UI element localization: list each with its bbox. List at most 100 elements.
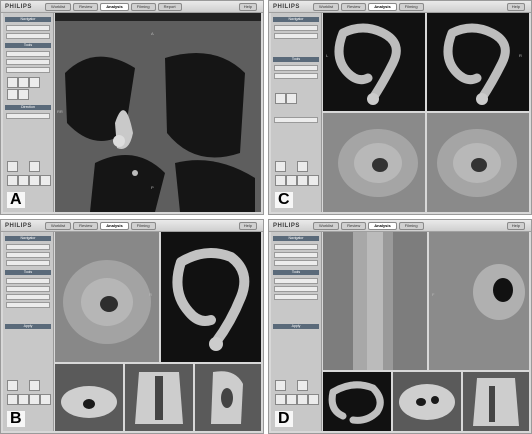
ct-slice-view[interactable]: A P RR: [55, 13, 261, 212]
sidebar-field[interactable]: [6, 67, 50, 73]
tool-icon[interactable]: [297, 161, 308, 172]
tab-review[interactable]: Review: [73, 222, 99, 230]
tool-icon[interactable]: [275, 93, 286, 104]
orientation-anterior: A: [151, 31, 154, 36]
tool-icon[interactable]: [18, 394, 29, 405]
tool-icon[interactable]: [7, 394, 18, 405]
sidebar-field[interactable]: [6, 260, 50, 266]
tab-filming[interactable]: Filming: [398, 3, 424, 11]
tool-icon[interactable]: [286, 175, 297, 186]
sidebar-field[interactable]: [6, 302, 50, 308]
coronal-view[interactable]: [463, 372, 529, 431]
tool-icon[interactable]: [7, 380, 18, 391]
tab-review[interactable]: Review: [341, 222, 367, 230]
tool-icon[interactable]: [29, 175, 40, 186]
sidebar-apply-header[interactable]: Apply: [5, 324, 51, 329]
endoluminal-view[interactable]: R: [55, 232, 159, 362]
endoluminal-image: [429, 232, 529, 370]
tool-icon[interactable]: [18, 77, 29, 88]
tool-icon[interactable]: [18, 175, 29, 186]
tab-report[interactable]: Report: [157, 3, 182, 11]
colon-3d-view-right[interactable]: R: [427, 13, 529, 111]
sagittal-view[interactable]: [195, 364, 261, 431]
endoluminal-view[interactable]: F: [429, 232, 529, 370]
tool-icon[interactable]: [40, 175, 51, 186]
help-button[interactable]: Help: [506, 3, 525, 11]
tab-worklist[interactable]: Worklist: [313, 222, 340, 230]
endoluminal-view-right[interactable]: [427, 113, 529, 212]
tool-icon[interactable]: [297, 175, 308, 186]
tool-icon[interactable]: [7, 161, 18, 172]
tool-icon[interactable]: [29, 77, 40, 88]
help-button[interactable]: Help: [238, 222, 257, 230]
tool-icon[interactable]: [40, 394, 51, 405]
tab-review[interactable]: Review: [341, 3, 367, 11]
sidebar-field[interactable]: [274, 65, 318, 71]
colon-3d-view[interactable]: [161, 232, 261, 362]
sidebar-field[interactable]: [274, 294, 318, 300]
axial-view[interactable]: [393, 372, 461, 431]
axial-view[interactable]: [55, 364, 123, 431]
sidebar-field[interactable]: [6, 294, 50, 300]
tool-icon[interactable]: [18, 89, 29, 100]
sidebar-field[interactable]: [6, 51, 50, 57]
unfolded-colon-view[interactable]: [323, 232, 427, 370]
help-button[interactable]: Help: [506, 222, 525, 230]
tool-icon[interactable]: [275, 161, 286, 172]
help-button[interactable]: Help: [238, 3, 257, 11]
sidebar-field[interactable]: [274, 33, 318, 39]
tool-icon[interactable]: [29, 394, 40, 405]
sidebar-field[interactable]: [6, 59, 50, 65]
tab-filming[interactable]: Filming: [398, 222, 424, 230]
sidebar-field[interactable]: [6, 278, 50, 284]
endoluminal-view-left[interactable]: [323, 113, 425, 212]
tool-icon[interactable]: [308, 175, 319, 186]
tab-worklist[interactable]: Worklist: [45, 3, 72, 11]
colon-3d-view-left[interactable]: L: [323, 13, 425, 111]
tab-bar: Worklist Review Analysis Filming: [45, 222, 156, 230]
colon-3d-view[interactable]: [323, 372, 391, 431]
tool-icon[interactable]: [286, 93, 297, 104]
tab-analysis[interactable]: Analysis: [368, 3, 397, 11]
sidebar-field[interactable]: [274, 244, 318, 250]
tool-icon[interactable]: [7, 175, 18, 186]
sidebar-field[interactable]: [274, 286, 318, 292]
tool-icon[interactable]: [297, 394, 308, 405]
sidebar-field[interactable]: [274, 117, 318, 123]
top-bar: PHILIPS Worklist Review Analysis Filming…: [1, 1, 263, 13]
tab-worklist[interactable]: Worklist: [45, 222, 72, 230]
orientation-posterior: P: [151, 185, 154, 190]
sidebar-field[interactable]: [274, 25, 318, 31]
colon-3d-image: [172, 248, 250, 351]
sidebar-field[interactable]: [6, 252, 50, 258]
sidebar-apply-header[interactable]: Apply: [273, 324, 319, 329]
sidebar-field[interactable]: [274, 260, 318, 266]
tab-worklist[interactable]: Worklist: [313, 3, 340, 11]
tool-icon[interactable]: [297, 380, 308, 391]
tool-icon[interactable]: [308, 394, 319, 405]
tool-icon[interactable]: [7, 89, 18, 100]
tool-icon[interactable]: [275, 380, 286, 391]
sidebar-field[interactable]: [274, 73, 318, 79]
tool-icon[interactable]: [29, 161, 40, 172]
tool-icon[interactable]: [7, 77, 18, 88]
coronal-view[interactable]: [125, 364, 193, 431]
sidebar-field[interactable]: [274, 252, 318, 258]
tab-analysis[interactable]: Analysis: [100, 3, 129, 11]
sidebar-field[interactable]: [6, 286, 50, 292]
tool-icon[interactable]: [29, 380, 40, 391]
sidebar-field[interactable]: [6, 244, 50, 250]
tool-icon[interactable]: [286, 394, 297, 405]
tool-icon[interactable]: [275, 394, 286, 405]
sidebar-field[interactable]: [6, 25, 50, 31]
sidebar-field[interactable]: [6, 113, 50, 119]
sidebar-field[interactable]: [274, 278, 318, 284]
tab-filming[interactable]: Filming: [130, 3, 156, 11]
tab-analysis[interactable]: Analysis: [368, 222, 397, 230]
tab-analysis[interactable]: Analysis: [100, 222, 129, 230]
tab-review[interactable]: Review: [73, 3, 99, 11]
tool-icon[interactable]: [275, 175, 286, 186]
sidebar-field[interactable]: [6, 33, 50, 39]
top-bar: PHILIPS Worklist Review Analysis Filming…: [269, 1, 531, 13]
tab-filming[interactable]: Filming: [130, 222, 156, 230]
